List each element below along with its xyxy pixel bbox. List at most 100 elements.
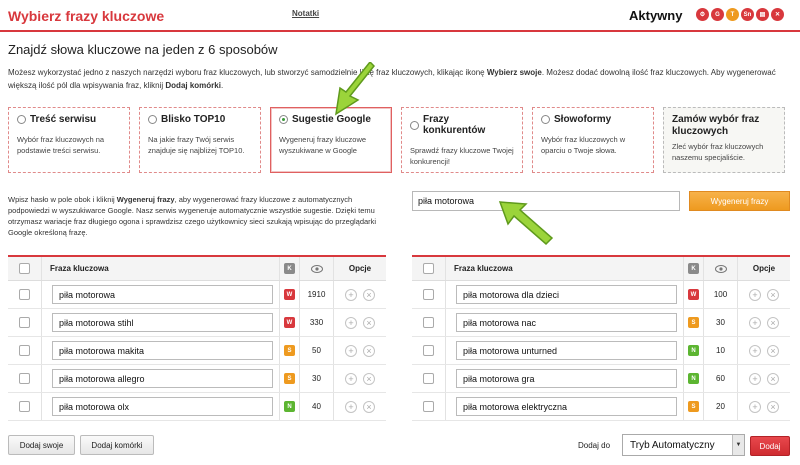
remove-icon[interactable]: × [363,316,375,329]
intro-text: Możesz wykorzystać jedno z naszych narzę… [8,66,793,92]
method-card-competitor-phrases[interactable]: Frazy konkurentów Sprawdź frazy kluczowe… [401,107,523,173]
method-title: Frazy konkurentów [423,114,486,136]
method-description: Wybór fraz kluczowych w oparciu o Twoje … [541,135,626,155]
remove-icon[interactable]: × [767,400,779,413]
keywords-table-left: Fraza kluczowa K Opcje W 1910 + × W 330 + × S 50 + × S3… [8,255,386,421]
column-header-keyword[interactable]: Fraza kluczowa [446,257,684,280]
keyword-field[interactable] [52,313,273,332]
method-card-order-selection[interactable]: Zamów wybór fraz kluczowych Zleć wybór f… [663,107,785,173]
generate-phrases-button[interactable]: Wygeneruj frazy [689,191,790,211]
plus-icon[interactable]: + [749,344,761,357]
select-all-checkbox[interactable] [423,263,434,274]
remove-icon[interactable]: × [767,288,779,301]
notes-link[interactable]: Notatki [292,9,319,18]
search-volume: 60 [704,365,738,392]
method-title: Treść serwisu [30,114,97,125]
row-checkbox[interactable] [19,317,30,328]
document-icon[interactable]: ▤ [756,8,769,21]
method-title: Zamów wybór fraz kluczowych [672,114,760,137]
close-icon[interactable]: ✕ [771,8,784,21]
plus-icon[interactable]: + [345,344,357,357]
keyword-field[interactable] [456,397,677,416]
keyword-field[interactable] [52,369,273,388]
google-icon[interactable]: G [711,8,724,21]
sn-icon[interactable]: Sn [741,8,754,21]
table-row: W 100 + × [412,281,790,309]
table-row: N 10 + × [412,337,790,365]
search-volume: 330 [300,309,334,336]
radio-button-selected[interactable] [279,115,288,124]
top-header: Wybierz frazy kluczowe Notatki Aktywny ⚙… [0,0,800,32]
keyword-field[interactable] [52,341,273,360]
eye-icon[interactable] [310,264,323,273]
source-badge: S [688,401,699,412]
page-title: Wybierz frazy kluczowe [8,8,165,24]
search-volume: 30 [300,365,334,392]
add-own-button[interactable]: Dodaj swoje [8,435,75,455]
t-icon[interactable]: T [726,8,739,21]
plus-icon[interactable]: + [749,400,761,413]
eye-icon[interactable] [714,264,727,273]
search-volume: 40 [300,393,334,420]
method-title: Słowoformy [554,114,612,125]
remove-icon[interactable]: × [363,288,375,301]
row-checkbox[interactable] [423,373,434,384]
plus-icon[interactable]: + [749,316,761,329]
mode-select-value: Tryb Automatyczny [630,439,715,451]
table-row: S 30 + × [8,365,386,393]
plus-icon[interactable]: + [345,316,357,329]
keyword-field[interactable] [456,313,677,332]
column-header-keyword[interactable]: Fraza kluczowa [42,257,280,280]
remove-icon[interactable]: × [767,372,779,385]
add-cells-button[interactable]: Dodaj komórki [80,435,154,455]
source-badge: W [284,289,295,300]
keyword-field[interactable] [456,285,677,304]
row-checkbox[interactable] [423,289,434,300]
plus-icon[interactable]: + [345,288,357,301]
keyword-field[interactable] [456,341,677,360]
column-header-k[interactable]: K [688,263,699,274]
radio-button[interactable] [541,115,550,124]
mode-select[interactable]: Tryb Automatyczny ▼ [622,434,745,456]
add-to-label: Dodaj do [578,441,611,450]
column-header-k[interactable]: K [284,263,295,274]
source-badge: S [284,345,295,356]
source-badge: N [688,373,699,384]
row-checkbox[interactable] [19,373,30,384]
table-header: Fraza kluczowa K Opcje [8,257,386,281]
plus-icon[interactable]: + [345,372,357,385]
remove-icon[interactable]: × [767,316,779,329]
row-checkbox[interactable] [19,401,30,412]
chevron-down-icon[interactable]: ▼ [732,435,744,455]
method-card-site-content[interactable]: Treść serwisu Wybór fraz kluczowych na p… [8,107,130,173]
row-checkbox[interactable] [423,317,434,328]
remove-icon[interactable]: × [767,344,779,357]
help-bold: Wygeneruj frazy [116,195,175,204]
keyword-field[interactable] [52,285,273,304]
method-title: Blisko TOP10 [161,114,226,125]
radio-button[interactable] [17,115,26,124]
table-row: W 1910 + × [8,281,386,309]
method-card-word-forms[interactable]: Słowoformy Wybór fraz kluczowych w oparc… [532,107,654,173]
plus-icon[interactable]: + [345,400,357,413]
plus-icon[interactable]: + [749,372,761,385]
row-checkbox[interactable] [423,345,434,356]
select-all-checkbox[interactable] [19,263,30,274]
status-label: Aktywny [629,8,683,23]
add-button[interactable]: Dodaj [750,436,790,456]
radio-button[interactable] [410,120,419,130]
radio-button[interactable] [148,115,157,124]
row-checkbox[interactable] [19,345,30,356]
row-checkbox[interactable] [423,401,434,412]
remove-icon[interactable]: × [363,344,375,357]
column-header-options: Opcje [348,264,372,273]
remove-icon[interactable]: × [363,400,375,413]
keyword-field[interactable] [52,397,273,416]
plus-icon[interactable]: + [749,288,761,301]
help-text: Wpisz hasło w pole obok i kliknij Wygene… [8,194,388,238]
remove-icon[interactable]: × [363,372,375,385]
keyword-field[interactable] [456,369,677,388]
row-checkbox[interactable] [19,289,30,300]
gear-icon[interactable]: ⚙ [696,8,709,21]
method-card-near-top10[interactable]: Blisko TOP10 Na jakie frazy Twój serwis … [139,107,261,173]
